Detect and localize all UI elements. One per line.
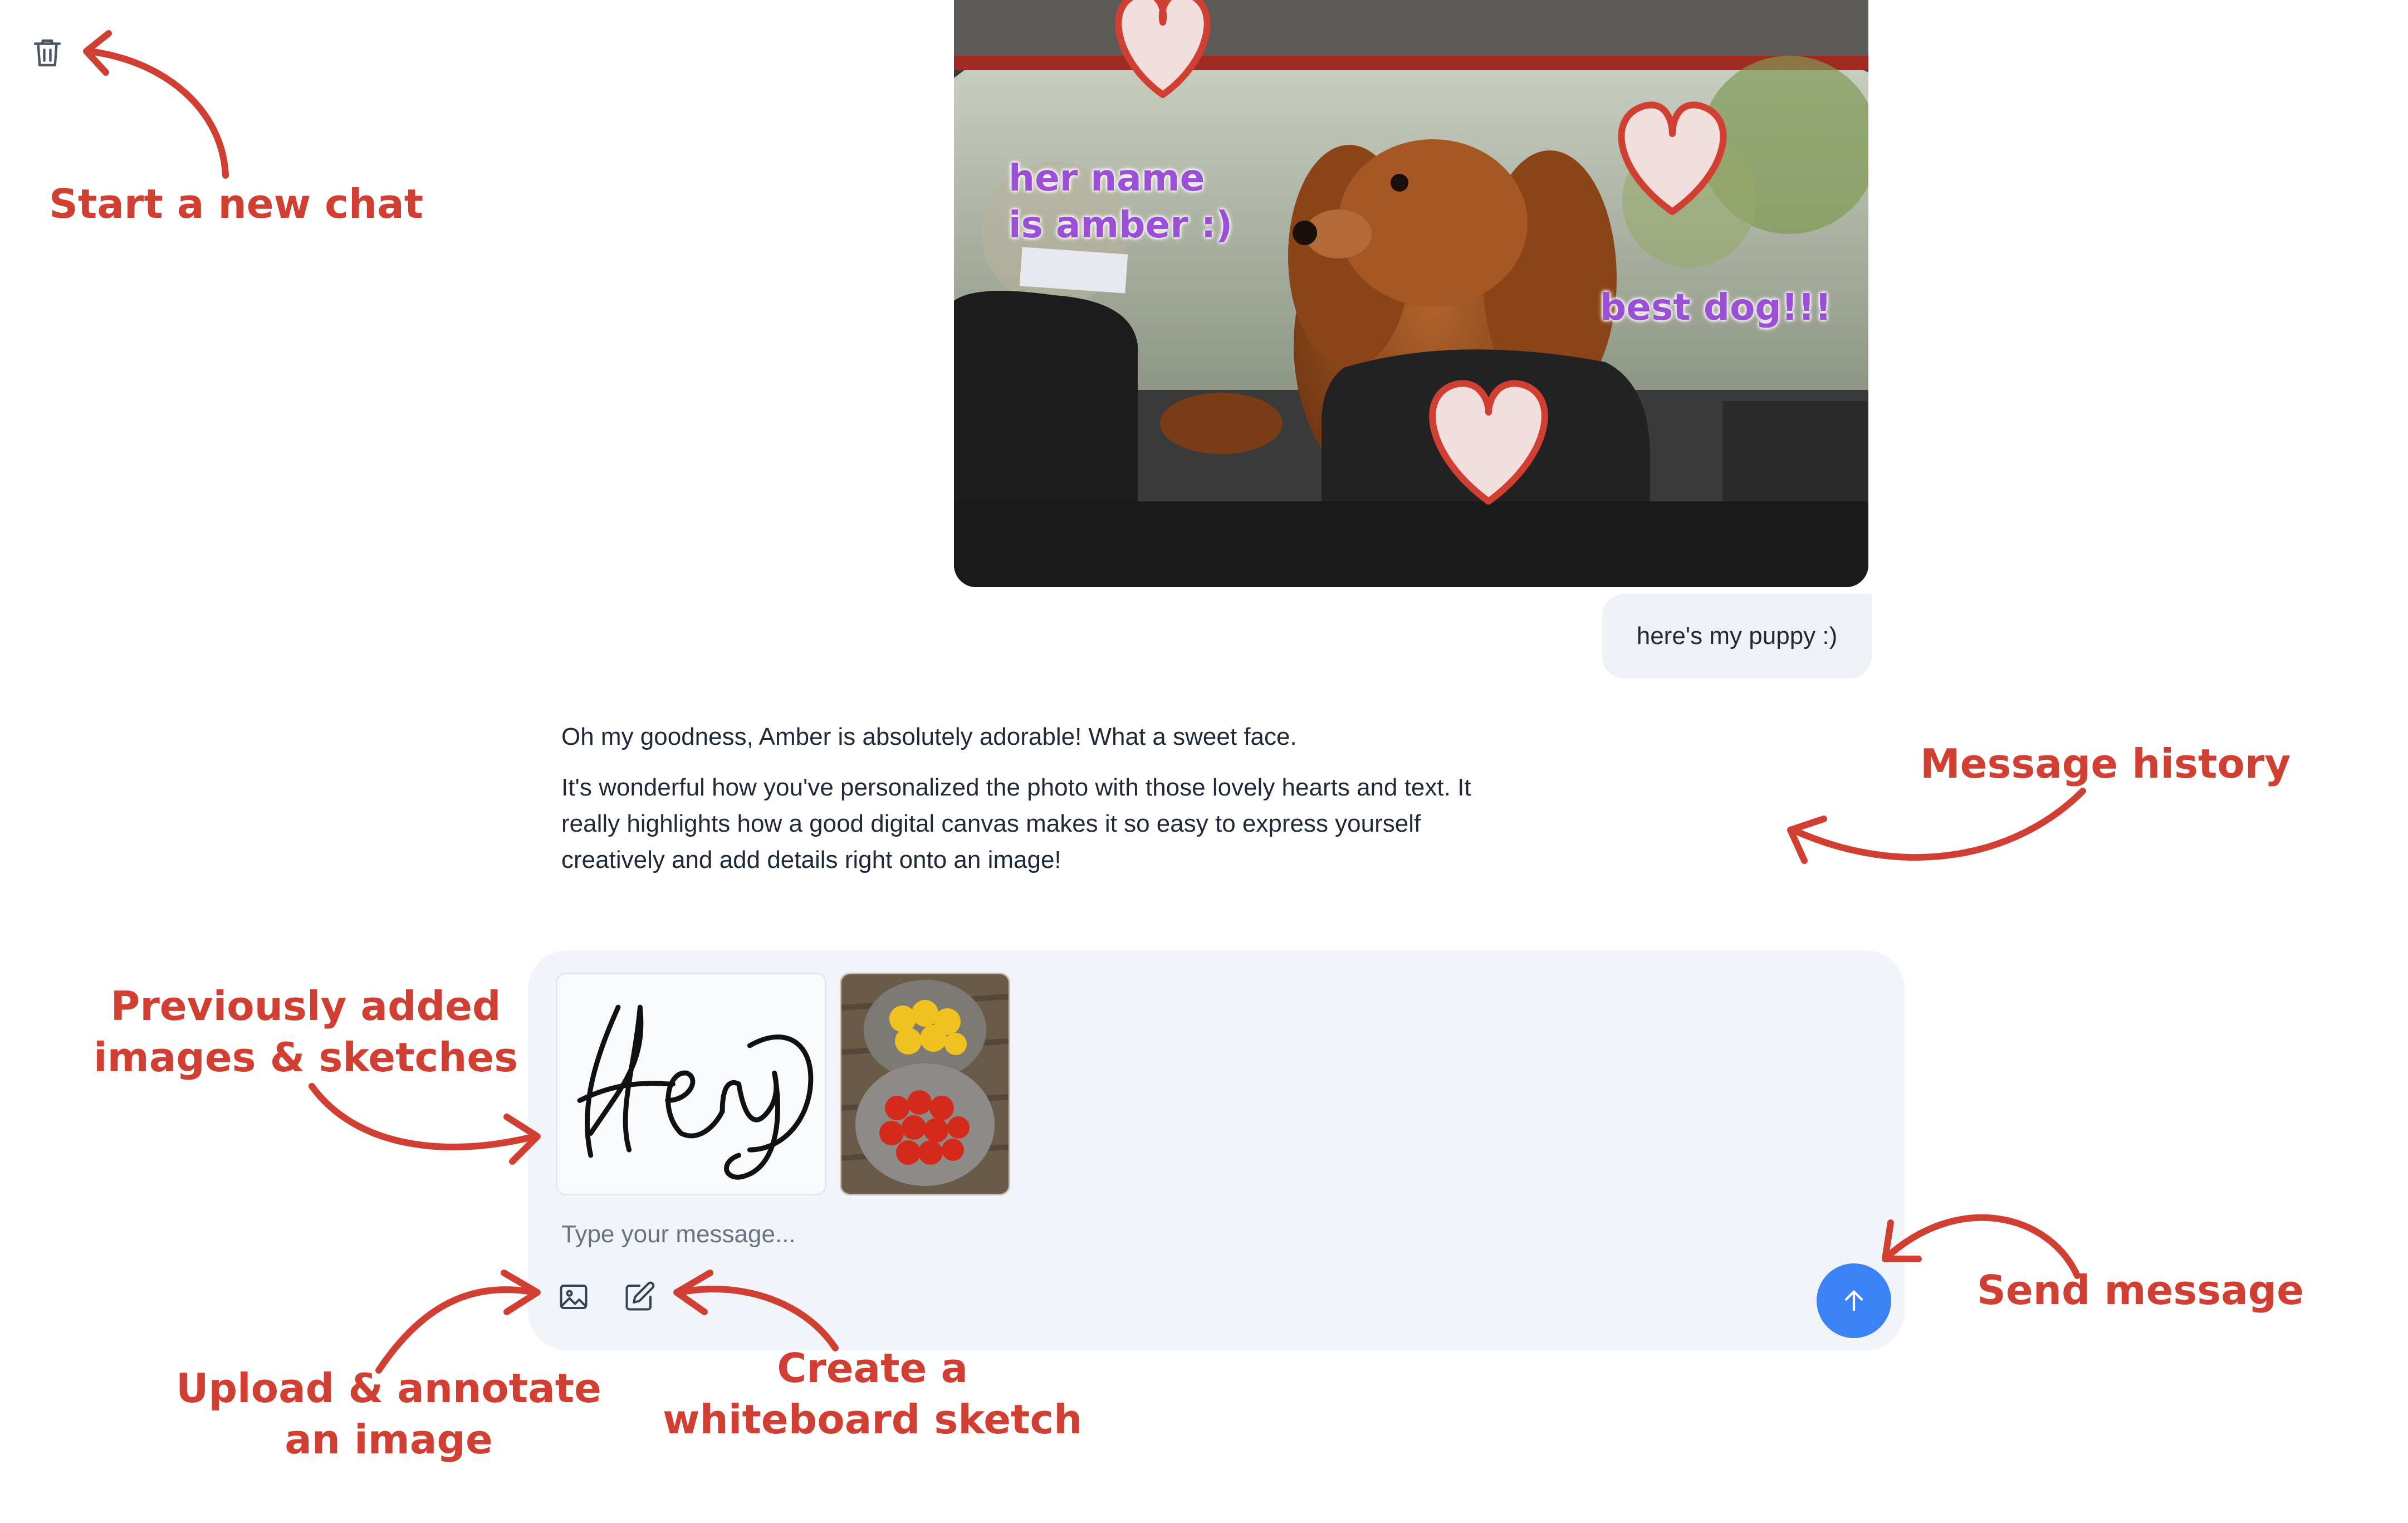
send-message-button[interactable] — [1817, 1263, 1891, 1338]
pencil-square-icon — [625, 1281, 655, 1311]
uploaded-dog-photo: her name is amber :) best dog!!! — [954, 0, 1868, 587]
photo-label-name: her name is amber :) — [1009, 157, 1233, 246]
trash-icon — [33, 39, 61, 67]
annotation-send-message: Send message — [1977, 1267, 2304, 1314]
sketch-attachment-thumbnail[interactable] — [556, 973, 826, 1195]
handwritten-sketch — [577, 1004, 814, 1180]
create-sketch-button[interactable] — [623, 1280, 662, 1319]
annotation-whiteboard-sketch: Create a whiteboard sketch — [663, 1345, 1083, 1443]
annotation-previous-attachments: Previously added images & sketches — [94, 983, 518, 1081]
assistant-paragraph: It's wonderful how you've personalized t… — [561, 774, 1471, 873]
new-chat-button[interactable] — [29, 35, 66, 75]
tomato-image-attachment-thumbnail[interactable] — [840, 973, 1010, 1195]
message-input[interactable] — [560, 1214, 1788, 1254]
image-upload-icon — [560, 1285, 588, 1309]
arrow-up-icon — [1844, 1290, 1863, 1311]
upload-image-button[interactable] — [557, 1280, 596, 1319]
user-message-bubble: here's my puppy :) — [1602, 594, 1872, 678]
assistant-message: Oh my goodness, Amber is absolutely ador… — [561, 719, 1497, 892]
annotation-new-chat: Start a new chat — [49, 180, 424, 227]
tomato-photo — [841, 974, 1009, 1194]
photo-label-best: best dog!!! — [1600, 286, 1832, 329]
assistant-paragraph: Oh my goodness, Amber is absolutely ador… — [561, 723, 1297, 750]
annotation-message-history: Message history — [1920, 740, 2291, 787]
annotation-upload-image: Upload & annotate an image — [176, 1365, 602, 1463]
